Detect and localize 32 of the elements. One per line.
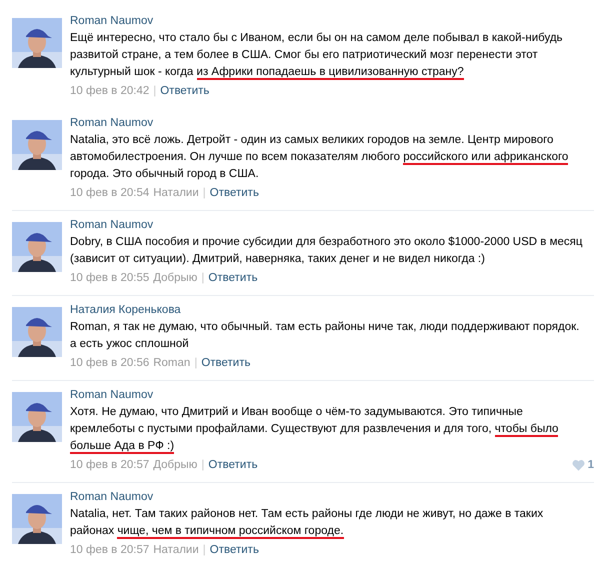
comment-date: 10 фев в 20:42: [70, 84, 150, 99]
comment-text: Natalia, это всё ложь. Детройт - один из самых великих городов на земле. Центр мирового автомобилестроения. Он лучше по всем показателям любого российского или африканского города. Это обычный город в США.: [70, 133, 570, 182]
separator: |: [202, 543, 206, 558]
heart-icon[interactable]: [572, 459, 585, 471]
separator: |: [201, 271, 204, 286]
comment-text: Roman, я так не думаю, что обычный. там есть районы ниче так, люди поддерживают порядок. а есть ужос сплошной: [70, 320, 580, 352]
separator: |: [202, 186, 206, 201]
reply-link[interactable]: Ответить: [160, 81, 210, 101]
comment-date: 10 фев в 20:56: [70, 356, 150, 371]
reply-link[interactable]: Ответить: [208, 268, 258, 288]
author-link[interactable]: Roman Naumov: [70, 217, 154, 234]
reply-link[interactable]: Ответить: [210, 540, 259, 560]
author-link[interactable]: Roman Naumov: [70, 13, 154, 30]
comment-date: 10 фев в 20:57: [70, 543, 150, 558]
author-link[interactable]: Roman Naumov: [70, 489, 154, 506]
author-link[interactable]: Roman Naumov: [70, 115, 154, 132]
comment-text: Ещё интересно, что стало бы с Иваном, если бы он на самом деле побывал в какой-нибудь развитой стране, а тем более в США. Смог бы его патриотический мозг перенести этот культурный шок - когда из Африки попадаешь в цивилизованную страну?: [70, 31, 564, 81]
comment-date: 10 фев в 20:57: [70, 458, 150, 473]
comment-date: 10 фев в 20:54: [70, 186, 150, 201]
author-link[interactable]: Наталия Коренькова: [70, 302, 181, 319]
separator: |: [201, 458, 204, 473]
reply-link[interactable]: Ответить: [210, 183, 259, 203]
like-count: 1: [588, 458, 594, 473]
comment-text: Dobry, в США пособия и прочие субсидии для безработного это около $1000-2000 USD в месяц (зависит от ситуации). Дмитрий, наверняка, таких денег и не видел никогда :): [70, 235, 584, 267]
comment-text: Natalia, нет. Там таких районов нет. Там есть районы где люди не живут, но даже в таких районах чище, чем в типичном российском городе.: [70, 507, 544, 540]
reply-link[interactable]: Ответить: [201, 353, 250, 373]
author-link[interactable]: Roman Naumov: [70, 387, 154, 404]
comment-date: 10 фев в 20:55: [70, 271, 150, 286]
separator: |: [194, 356, 198, 371]
comment-text: Хотя. Не думаю, что Дмитрий и Иван вообще о чём-то задумываются. Это типичные кремлеботы с пустыми профайлами. Существуют для развлечения и для того, чтобы было больше Ада в РФ :): [70, 405, 560, 455]
reply-link[interactable]: Ответить: [208, 455, 258, 475]
separator: |: [153, 84, 156, 99]
